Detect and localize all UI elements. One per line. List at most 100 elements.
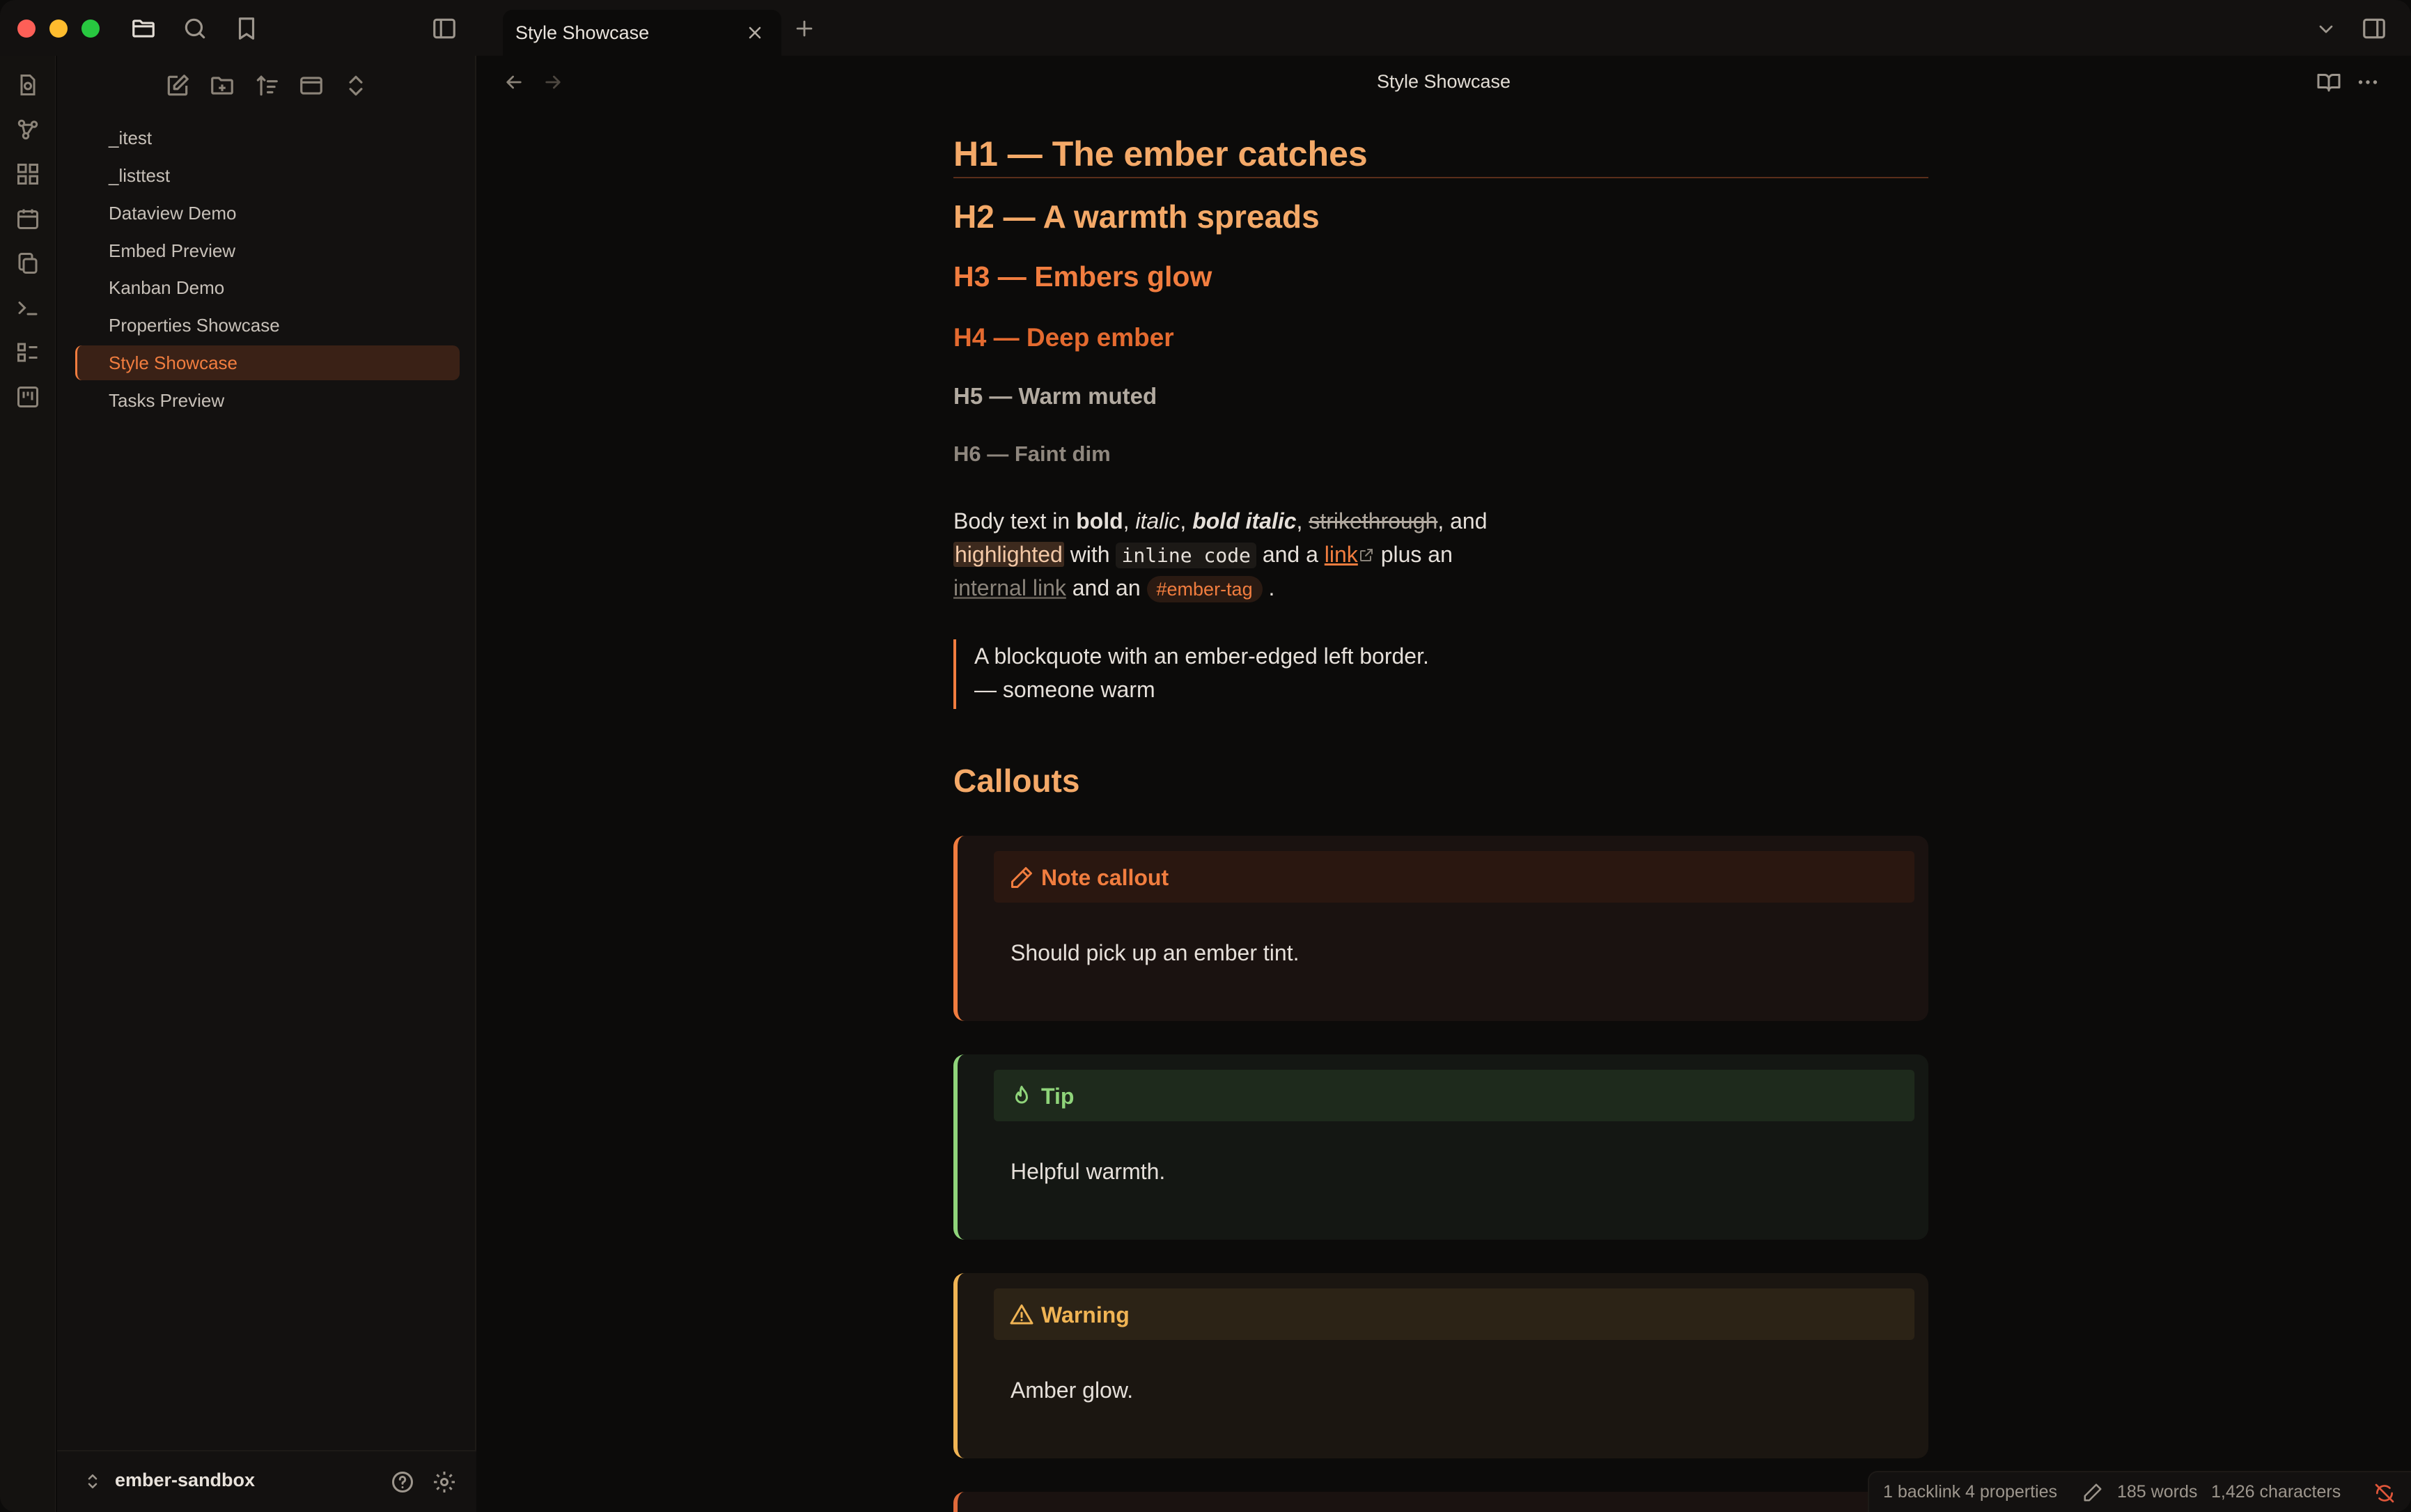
tab-bar: Style Showcase bbox=[476, 0, 2411, 56]
file-item[interactable]: _listtest bbox=[75, 158, 460, 193]
paragraph-line-3: internal link and an #ember-tag . bbox=[953, 575, 1275, 602]
view-header: Style Showcase bbox=[476, 56, 2411, 111]
backlinks-count[interactable]: 1 backlink bbox=[1883, 1482, 1960, 1502]
tip-callout-header[interactable]: Tip bbox=[994, 1070, 1914, 1121]
note-callout: Note callout Should pick up an ember tin… bbox=[953, 836, 1928, 1021]
warning-callout-title: Warning bbox=[1041, 1302, 1130, 1327]
bookmark-icon[interactable] bbox=[233, 15, 260, 42]
internal-link[interactable]: internal link bbox=[953, 575, 1066, 600]
body-text: , and bbox=[1437, 508, 1488, 533]
file-item[interactable]: Embed Preview bbox=[75, 233, 460, 268]
expand-collapse-icon[interactable] bbox=[343, 72, 369, 99]
calendar-icon[interactable] bbox=[15, 206, 40, 231]
terminal-icon[interactable] bbox=[15, 295, 40, 320]
note-callout-body: Should pick up an ember tint. bbox=[1011, 940, 1300, 965]
copy-icon[interactable] bbox=[15, 251, 40, 276]
file-item-active[interactable]: Style Showcase bbox=[75, 345, 460, 380]
file-item[interactable]: Tasks Preview bbox=[75, 383, 460, 418]
note-callout-title: Note callout bbox=[1041, 865, 1169, 890]
blockquote-line: A blockquote with an ember-edged left bo… bbox=[974, 644, 1429, 669]
body-text: , bbox=[1180, 508, 1193, 533]
heading-h2: H2 — A warmth spreads bbox=[953, 198, 1320, 235]
body-text: with bbox=[1063, 542, 1116, 567]
titlebar-left bbox=[0, 0, 476, 56]
heading-h3: H3 — Embers glow bbox=[953, 260, 1212, 293]
pencil-icon bbox=[1009, 865, 1034, 890]
h1-underline-divider bbox=[953, 177, 1928, 178]
heading-callouts: Callouts bbox=[953, 763, 1080, 799]
heading-h1: H1 — The ember catches bbox=[953, 134, 1368, 173]
new-note-icon[interactable] bbox=[164, 72, 191, 99]
file-item[interactable]: Kanban Demo bbox=[75, 270, 460, 305]
settings-gear-icon[interactable] bbox=[432, 1470, 457, 1495]
ribbon bbox=[0, 56, 56, 1512]
more-options-icon[interactable] bbox=[2355, 70, 2380, 95]
blockquote: A blockquote with an ember-edged left bo… bbox=[953, 639, 1511, 709]
canvas-icon[interactable] bbox=[15, 162, 40, 187]
open-quick-switcher-icon[interactable] bbox=[15, 72, 40, 98]
heading-h6: H6 — Faint dim bbox=[953, 442, 1111, 466]
paragraph-line-1: Body text in bold, italic, bold italic , … bbox=[953, 508, 1487, 534]
paragraph-line-2: highlighted with inline code and a link … bbox=[953, 542, 1453, 568]
note-callout-header[interactable]: Note callout bbox=[994, 851, 1914, 903]
tip-callout-title: Tip bbox=[1041, 1084, 1075, 1109]
right-sidebar-toggle-icon[interactable] bbox=[2361, 15, 2387, 42]
file-item[interactable]: Dataview Demo bbox=[75, 196, 460, 231]
external-link-icon bbox=[1358, 547, 1375, 563]
highlighted-text: highlighted bbox=[953, 542, 1064, 567]
new-tab-icon[interactable] bbox=[793, 17, 816, 40]
file-item[interactable]: Properties Showcase bbox=[75, 308, 460, 343]
tab-title: Style Showcase bbox=[515, 22, 650, 43]
external-link[interactable]: link bbox=[1325, 542, 1358, 567]
folder-icon[interactable] bbox=[130, 15, 157, 42]
body-text: , bbox=[1123, 508, 1136, 533]
zoom-window-button[interactable] bbox=[81, 20, 100, 38]
tab-list-chevron-icon[interactable] bbox=[2315, 18, 2337, 40]
sync-off-icon[interactable] bbox=[2373, 1482, 2396, 1504]
task-list-icon[interactable] bbox=[15, 340, 40, 365]
next-callout-partial bbox=[953, 1492, 1928, 1512]
file-item[interactable]: _itest bbox=[75, 120, 460, 155]
word-count: 185 words bbox=[2117, 1482, 2198, 1502]
app-window: _itest _listtest Dataview Demo Embed Pre… bbox=[0, 0, 2411, 1512]
alert-triangle-icon bbox=[1009, 1302, 1034, 1327]
body-text: . bbox=[1262, 575, 1275, 600]
blockquote-line: — someone warm bbox=[974, 677, 1155, 702]
tab-style-showcase[interactable]: Style Showcase bbox=[503, 10, 781, 56]
heading-h4: H4 — Deep ember bbox=[953, 323, 1174, 352]
view-title[interactable]: Style Showcase bbox=[476, 71, 2411, 93]
editing-mode-pencil-icon[interactable] bbox=[2082, 1482, 2103, 1503]
body-text: Body text in bbox=[953, 508, 1077, 533]
tag-pill[interactable]: #ember-tag bbox=[1146, 576, 1263, 602]
inline-code: inline code bbox=[1116, 543, 1256, 568]
vault-name[interactable]: ember-sandbox bbox=[115, 1470, 255, 1491]
auto-reveal-icon[interactable] bbox=[298, 72, 325, 99]
body-text: , bbox=[1296, 508, 1309, 533]
properties-count[interactable]: 4 properties bbox=[1965, 1482, 2057, 1502]
tip-callout-body: Helpful warmth. bbox=[1011, 1159, 1166, 1184]
status-bar: 1 backlink 4 properties 185 words 1,426 … bbox=[1868, 1471, 2411, 1512]
italic-text: italic bbox=[1135, 508, 1180, 533]
body-text: plus an bbox=[1374, 542, 1453, 567]
search-icon[interactable] bbox=[182, 15, 208, 42]
warning-callout-body: Amber glow. bbox=[1011, 1378, 1134, 1403]
sort-order-icon[interactable] bbox=[253, 72, 280, 99]
sidebar-toggle-icon[interactable] bbox=[431, 15, 458, 42]
character-count: 1,426 characters bbox=[2211, 1482, 2341, 1502]
help-icon[interactable] bbox=[390, 1470, 415, 1495]
kanban-icon[interactable] bbox=[15, 384, 40, 410]
vault-switcher-bar: ember-sandbox bbox=[57, 1450, 476, 1512]
warning-callout-header[interactable]: Warning bbox=[994, 1288, 1914, 1340]
graph-view-icon[interactable] bbox=[15, 117, 40, 142]
close-tab-icon[interactable] bbox=[745, 23, 765, 42]
reading-view-book-icon[interactable] bbox=[2316, 70, 2341, 95]
heading-h5: H5 — Warm muted bbox=[953, 383, 1157, 409]
minimize-window-button[interactable] bbox=[49, 20, 68, 38]
new-folder-icon[interactable] bbox=[209, 72, 235, 99]
body-text: and a bbox=[1256, 542, 1325, 567]
bold-text: bold bbox=[1076, 508, 1123, 533]
chevron-up-down-icon[interactable] bbox=[82, 1471, 103, 1492]
flame-icon bbox=[1009, 1084, 1034, 1109]
warning-callout: Warning Amber glow. bbox=[953, 1273, 1928, 1458]
close-window-button[interactable] bbox=[17, 20, 36, 38]
